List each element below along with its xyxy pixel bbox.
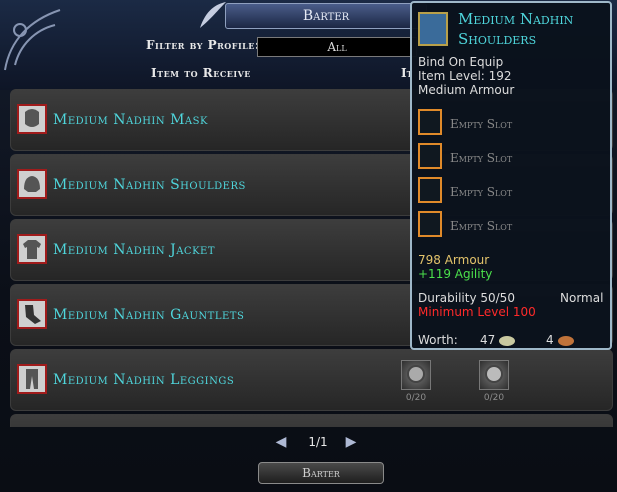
list-item[interactable] <box>10 414 613 427</box>
cost-count: 0/20 <box>483 393 505 403</box>
list-item[interactable]: Medium Nadhin Leggings 0/20 0/20 <box>10 349 613 411</box>
empty-slot-icon <box>418 143 442 169</box>
item-name: Medium Nadhin Jacket <box>53 242 216 258</box>
tooltip-title: Medium Nadhin Shoulders <box>458 10 574 48</box>
barter-button[interactable]: Barter <box>258 462 384 484</box>
column-header-receive: Item to Receive <box>151 66 251 80</box>
empty-slot-icon <box>418 177 442 203</box>
left-arrow-icon[interactable]: ◀ <box>272 433 290 451</box>
tooltip-quality: Normal <box>560 291 604 305</box>
pager: ◀ 1/1 ▶ <box>272 432 364 452</box>
tooltip-armour-type: Medium Armour <box>418 83 515 97</box>
gauntlets-icon <box>17 299 47 329</box>
jacket-icon <box>17 234 47 264</box>
cost-item[interactable]: 0/20 <box>478 360 510 403</box>
shoulders-icon <box>17 169 47 199</box>
slot-label: Empty Slot <box>450 117 513 131</box>
right-arrow-icon[interactable]: ▶ <box>342 433 360 451</box>
item-tooltip: Medium Nadhin Shoulders Bind On Equip It… <box>410 1 612 350</box>
item-name: Medium Nadhin Gauntlets <box>53 307 245 323</box>
token-icon <box>401 360 431 390</box>
item-name: Medium Nadhin Mask <box>53 112 208 128</box>
window-title: Barter <box>225 3 427 29</box>
leggings-icon <box>17 364 47 394</box>
mask-icon <box>17 104 47 134</box>
cost-count: 0/20 <box>405 393 427 403</box>
item-name: Medium Nadhin Leggings <box>53 372 235 388</box>
filter-label: Filter by Profile: <box>146 38 260 52</box>
item-name: Medium Nadhin Shoulders <box>53 177 246 193</box>
filter-profile-select[interactable]: All <box>257 37 417 57</box>
worth-silver-value: 47 <box>480 333 496 347</box>
worth-copper-value: 4 <box>546 333 554 347</box>
tooltip-bind: Bind On Equip <box>418 55 504 69</box>
cost-item[interactable]: 0/20 <box>400 360 432 403</box>
ornament-icon <box>4 9 61 71</box>
tooltip-agility: +119 Agility <box>418 267 493 281</box>
copper-coin-icon <box>557 335 574 346</box>
worth-silver: 47 <box>480 333 516 347</box>
page-indicator: 1/1 <box>308 435 328 449</box>
tooltip-worth-label: Worth: <box>418 333 458 347</box>
ornament-leaf-icon <box>200 2 226 28</box>
tooltip-durability: Durability 50/50 <box>418 291 515 305</box>
slot-label: Empty Slot <box>450 219 513 233</box>
worth-copper: 4 <box>546 333 574 347</box>
slot-label: Empty Slot <box>450 151 513 165</box>
silver-coin-icon <box>499 335 516 346</box>
empty-slot-icon <box>418 109 442 135</box>
tooltip-item-level: Item Level: 192 <box>418 69 512 83</box>
slot-label: Empty Slot <box>450 185 513 199</box>
empty-slot-icon <box>418 211 442 237</box>
token-icon <box>479 360 509 390</box>
tooltip-armour: 798 Armour <box>418 253 490 267</box>
shoulders-icon <box>418 12 448 46</box>
tooltip-min-level: Minimum Level 100 <box>418 305 536 319</box>
